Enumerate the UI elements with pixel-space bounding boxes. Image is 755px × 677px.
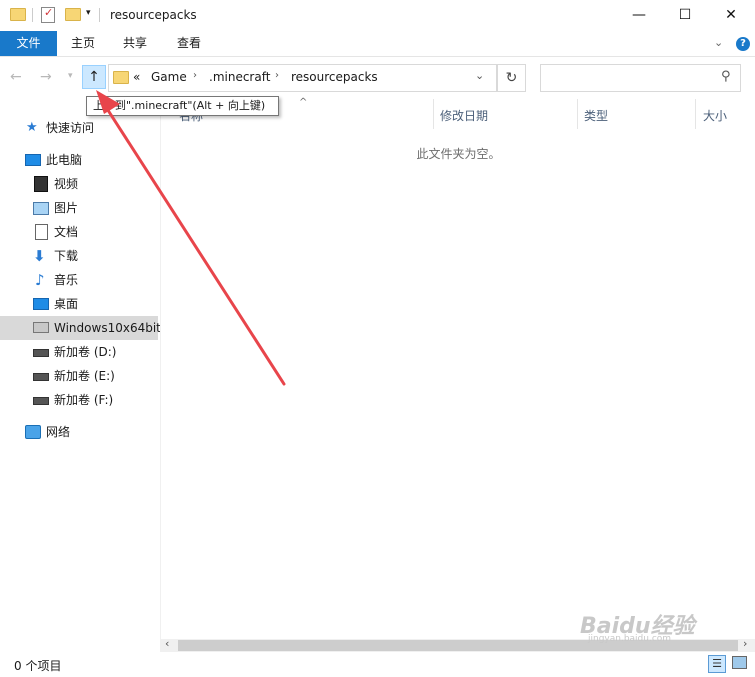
watermark-url: jingyan.baidu.com xyxy=(588,634,672,644)
annotation-arrow xyxy=(96,90,286,386)
